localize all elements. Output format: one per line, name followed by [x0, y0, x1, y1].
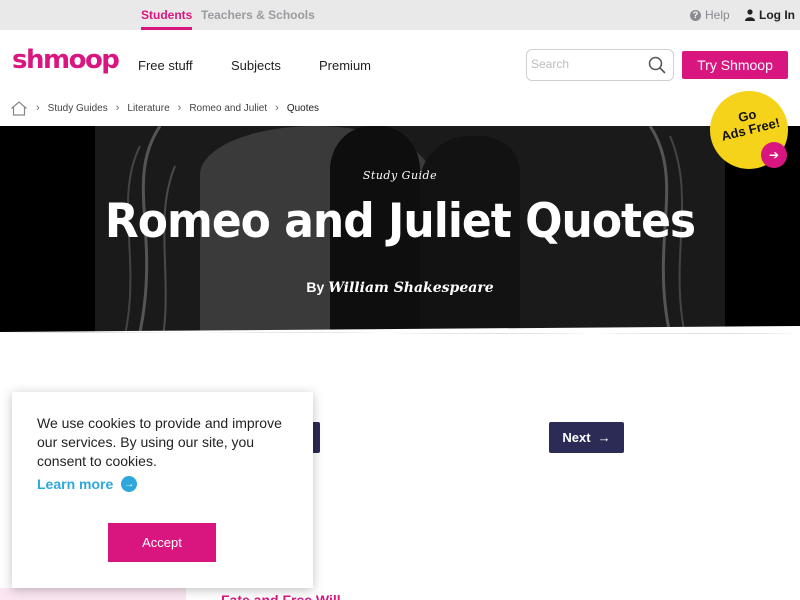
- sidebar-highlight: [0, 588, 186, 600]
- search-input[interactable]: [531, 57, 641, 71]
- nav-premium[interactable]: Premium: [319, 58, 371, 73]
- accept-cookies-button[interactable]: Accept: [108, 523, 216, 562]
- tab-students[interactable]: Students: [141, 0, 193, 30]
- try-shmoop-button[interactable]: Try Shmoop: [682, 51, 788, 79]
- author-prefix: By: [306, 279, 325, 295]
- help-label: Help: [705, 8, 730, 22]
- next-label: Next: [562, 430, 591, 445]
- arrow-right-icon[interactable]: ➔: [761, 142, 787, 168]
- user-icon: [745, 9, 755, 21]
- breadcrumb-literature[interactable]: Literature: [127, 103, 169, 114]
- search-icon[interactable]: [648, 56, 666, 74]
- top-utility-bar: Students Teachers & Schools ? Help Log I…: [0, 0, 800, 30]
- chevron-right-icon: ›: [36, 102, 40, 114]
- cookie-message: We use cookies to provide and improve ou…: [37, 415, 282, 469]
- login-link[interactable]: Log In: [745, 0, 795, 30]
- breadcrumb-romeo-and-juliet[interactable]: Romeo and Juliet: [189, 103, 267, 114]
- cookie-consent-panel: We use cookies to provide and improve ou…: [12, 392, 313, 588]
- breadcrumb: › Study Guides › Literature › Romeo and …: [10, 97, 319, 119]
- section-heading: Fate and Free Will: [221, 592, 341, 600]
- tab-teachers-schools[interactable]: Teachers & Schools: [201, 0, 315, 30]
- breadcrumb-current: Quotes: [286, 102, 320, 114]
- arrow-right-circle-icon: →: [121, 476, 138, 492]
- help-icon: ?: [690, 9, 701, 21]
- hero-eyebrow: Study Guide: [362, 169, 438, 182]
- chevron-right-icon: ›: [115, 102, 120, 114]
- chevron-right-icon: ›: [275, 102, 279, 114]
- hero-banner: Study Guide Romeo and Juliet Quotes By W…: [0, 126, 800, 370]
- go-ads-free-badge[interactable]: Go Ads Free! ➔: [710, 91, 788, 169]
- hero-author-line: By William Shakespeare: [0, 279, 800, 296]
- login-label: Log In: [759, 8, 795, 22]
- home-icon[interactable]: [10, 100, 28, 116]
- search-box: [526, 49, 674, 81]
- page-title: Romeo and Juliet Quotes: [104, 193, 696, 250]
- help-link[interactable]: ? Help: [690, 0, 730, 30]
- arrow-right-icon: →: [597, 430, 611, 445]
- chevron-right-icon: ›: [177, 102, 182, 114]
- shmoop-logo[interactable]: shmoop: [12, 45, 120, 75]
- breadcrumb-study-guides[interactable]: Study Guides: [48, 103, 108, 114]
- ads-free-text: Go Ads Free!: [714, 101, 785, 144]
- learn-more-label: Learn more: [37, 476, 114, 492]
- author-name: William Shakespeare: [328, 280, 494, 296]
- site-header: shmoop Free stuff Subjects Premium Try S…: [0, 30, 800, 96]
- learn-more-link[interactable]: Learn more →: [37, 476, 138, 492]
- nav-subjects[interactable]: Subjects: [231, 58, 281, 73]
- nav-free-stuff[interactable]: Free stuff: [138, 58, 193, 73]
- next-button[interactable]: Next →: [549, 422, 624, 453]
